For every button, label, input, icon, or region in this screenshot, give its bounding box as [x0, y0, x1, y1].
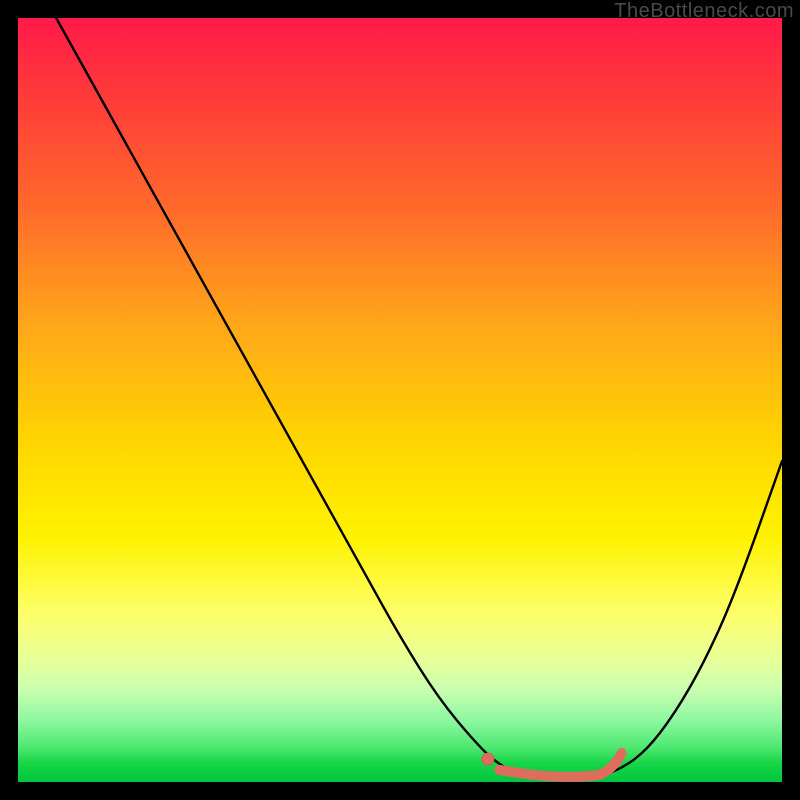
- optimal-range-strip: [499, 753, 621, 777]
- bottleneck-curve: [56, 18, 782, 779]
- plot-area: [18, 18, 782, 782]
- watermark-text: TheBottleneck.com: [614, 0, 794, 23]
- optimal-point-marker: [482, 753, 494, 765]
- chart-container: TheBottleneck.com: [0, 0, 800, 800]
- curve-svg: [18, 18, 782, 782]
